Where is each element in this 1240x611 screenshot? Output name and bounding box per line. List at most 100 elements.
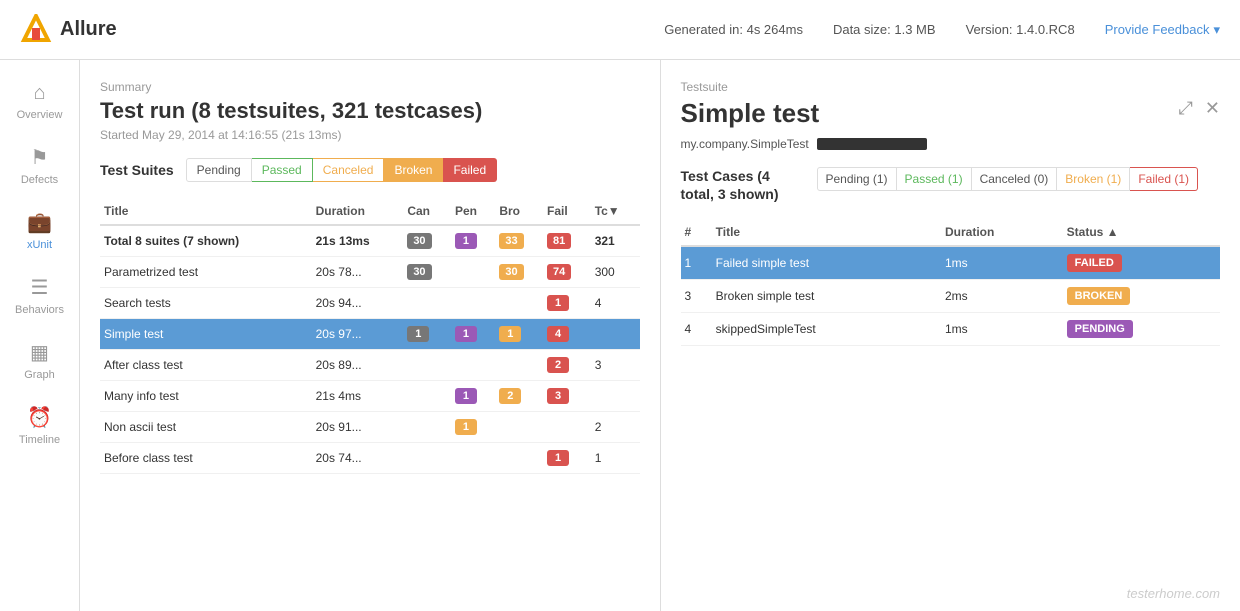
row-title: skippedSimpleTest bbox=[712, 313, 941, 346]
data-size: Data size: 1.3 MB bbox=[833, 22, 936, 37]
row-title: Simple test bbox=[100, 319, 312, 350]
row-duration: 21s 13ms bbox=[312, 225, 404, 257]
header-meta: Generated in: 4s 264ms Data size: 1.3 MB… bbox=[664, 22, 1220, 38]
close-icon[interactable]: ✕ bbox=[1205, 98, 1220, 119]
sidebar-item-defects[interactable]: ⚑ Defects bbox=[0, 133, 79, 198]
row-duration: 20s 74... bbox=[312, 443, 404, 474]
tc-filter-passed-button[interactable]: Passed (1) bbox=[897, 167, 972, 191]
meta-progress-bar bbox=[817, 138, 927, 150]
tc-filter-broken-button[interactable]: Broken (1) bbox=[1057, 167, 1130, 191]
row-duration: 1ms bbox=[941, 313, 1063, 346]
table-row[interactable]: Total 8 suites (7 shown)21s 13ms30133813… bbox=[100, 225, 640, 257]
table-row[interactable]: 1Failed simple test1msFAILED bbox=[681, 246, 1221, 280]
test-cases-table: # Title Duration Status ▲ 1Failed simple… bbox=[681, 219, 1221, 346]
table-row[interactable]: Search tests20s 94...14 bbox=[100, 288, 640, 319]
app-body: ⌂ Overview ⚑ Defects 💼 xUnit ☰ Behaviors… bbox=[0, 60, 1240, 611]
row-title: After class test bbox=[100, 350, 312, 381]
table-row[interactable]: After class test20s 89...23 bbox=[100, 350, 640, 381]
right-panel-title: Simple test bbox=[681, 98, 820, 129]
row-duration: 1ms bbox=[941, 246, 1063, 280]
version: Version: 1.4.0.RC8 bbox=[966, 22, 1075, 37]
row-duration: 20s 91... bbox=[312, 412, 404, 443]
tc-section-title: Test Cases (4 total, 3 shown) bbox=[681, 167, 801, 203]
row-bro: 1 bbox=[495, 319, 543, 350]
dropdown-arrow-icon: ▾ bbox=[1213, 22, 1220, 38]
row-can bbox=[403, 288, 451, 319]
filter-failed-button[interactable]: Failed bbox=[443, 158, 497, 182]
row-title: Parametrized test bbox=[100, 257, 312, 288]
row-num: 4 bbox=[681, 313, 712, 346]
watermark: testerhome.com bbox=[1127, 586, 1220, 601]
row-num: 3 bbox=[681, 280, 712, 313]
sidebar-item-graph[interactable]: ▦ Graph bbox=[0, 328, 79, 393]
row-pen: 1 bbox=[451, 412, 495, 443]
filter-pending-button[interactable]: Pending bbox=[186, 158, 252, 182]
row-duration: 20s 78... bbox=[312, 257, 404, 288]
table-row[interactable]: Parametrized test20s 78...303074300 bbox=[100, 257, 640, 288]
sidebar-item-label: xUnit bbox=[27, 239, 52, 251]
tc-filter-canceled-button[interactable]: Canceled (0) bbox=[972, 167, 1058, 191]
app-logo: Allure bbox=[20, 14, 117, 46]
row-pen bbox=[451, 350, 495, 381]
row-fail: 3 bbox=[543, 381, 591, 412]
filter-broken-button[interactable]: Broken bbox=[384, 158, 443, 182]
col-title: Title bbox=[100, 198, 312, 225]
col-can: Can bbox=[403, 198, 451, 225]
table-row[interactable]: 4skippedSimpleTest1msPENDING bbox=[681, 313, 1221, 346]
graph-icon: ▦ bbox=[30, 340, 49, 365]
tc-col-status: Status ▲ bbox=[1063, 219, 1220, 246]
table-row[interactable]: Many info test21s 4ms123 bbox=[100, 381, 640, 412]
tc-filter-failed-button[interactable]: Failed (1) bbox=[1130, 167, 1198, 191]
sidebar-item-behaviors[interactable]: ☰ Behaviors bbox=[0, 263, 79, 328]
right-panel-header: Simple test ⤢ ✕ bbox=[681, 98, 1221, 129]
row-pen bbox=[451, 257, 495, 288]
sidebar-item-label: Behaviors bbox=[15, 304, 64, 316]
sidebar-item-label: Timeline bbox=[19, 434, 60, 446]
row-duration: 20s 97... bbox=[312, 319, 404, 350]
app-header: Allure Generated in: 4s 264ms Data size:… bbox=[0, 0, 1240, 60]
provide-feedback-button[interactable]: Provide Feedback ▾ bbox=[1105, 22, 1220, 38]
clock-icon: ⏰ bbox=[27, 405, 52, 430]
flag-icon: ⚑ bbox=[31, 145, 49, 170]
table-row[interactable]: 3Broken simple test2msBROKEN bbox=[681, 280, 1221, 313]
right-panel: Testsuite Simple test ⤢ ✕ my.company.Sim… bbox=[661, 60, 1240, 611]
sidebar-item-timeline[interactable]: ⏰ Timeline bbox=[0, 393, 79, 458]
row-can bbox=[403, 443, 451, 474]
briefcase-icon: 💼 bbox=[27, 210, 52, 235]
tc-filter-pending-button[interactable]: Pending (1) bbox=[817, 167, 897, 191]
row-fail: 74 bbox=[543, 257, 591, 288]
row-tc: 300 bbox=[591, 257, 640, 288]
col-fail: Fail bbox=[543, 198, 591, 225]
row-fail: 4 bbox=[543, 319, 591, 350]
row-bro bbox=[495, 412, 543, 443]
row-pen: 1 bbox=[451, 319, 495, 350]
table-row[interactable]: Simple test20s 97...1114 bbox=[100, 319, 640, 350]
col-duration: Duration bbox=[312, 198, 404, 225]
sidebar-item-xunit[interactable]: 💼 xUnit bbox=[0, 198, 79, 263]
row-bro: 33 bbox=[495, 225, 543, 257]
row-can bbox=[403, 412, 451, 443]
row-fail: 1 bbox=[543, 443, 591, 474]
row-fail bbox=[543, 412, 591, 443]
row-can: 30 bbox=[403, 257, 451, 288]
filter-passed-button[interactable]: Passed bbox=[252, 158, 313, 182]
row-title: Broken simple test bbox=[712, 280, 941, 313]
list-icon: ☰ bbox=[31, 275, 49, 300]
row-title: Many info test bbox=[100, 381, 312, 412]
sidebar-item-overview[interactable]: ⌂ Overview bbox=[0, 70, 79, 133]
row-fail: 1 bbox=[543, 288, 591, 319]
row-tc: 321 bbox=[591, 225, 640, 257]
sidebar: ⌂ Overview ⚑ Defects 💼 xUnit ☰ Behaviors… bbox=[0, 60, 80, 611]
table-row[interactable]: Before class test20s 74...11 bbox=[100, 443, 640, 474]
row-can bbox=[403, 350, 451, 381]
filter-canceled-button[interactable]: Canceled bbox=[313, 158, 385, 182]
table-row[interactable]: Non ascii test20s 91...12 bbox=[100, 412, 640, 443]
row-bro bbox=[495, 288, 543, 319]
right-panel-actions: ⤢ ✕ bbox=[1179, 98, 1221, 119]
sidebar-item-label: Defects bbox=[21, 174, 58, 186]
row-tc: 4 bbox=[591, 288, 640, 319]
col-bro: Bro bbox=[495, 198, 543, 225]
row-can: 1 bbox=[403, 319, 451, 350]
expand-icon[interactable]: ⤢ bbox=[1179, 98, 1193, 119]
row-tc bbox=[591, 381, 640, 412]
